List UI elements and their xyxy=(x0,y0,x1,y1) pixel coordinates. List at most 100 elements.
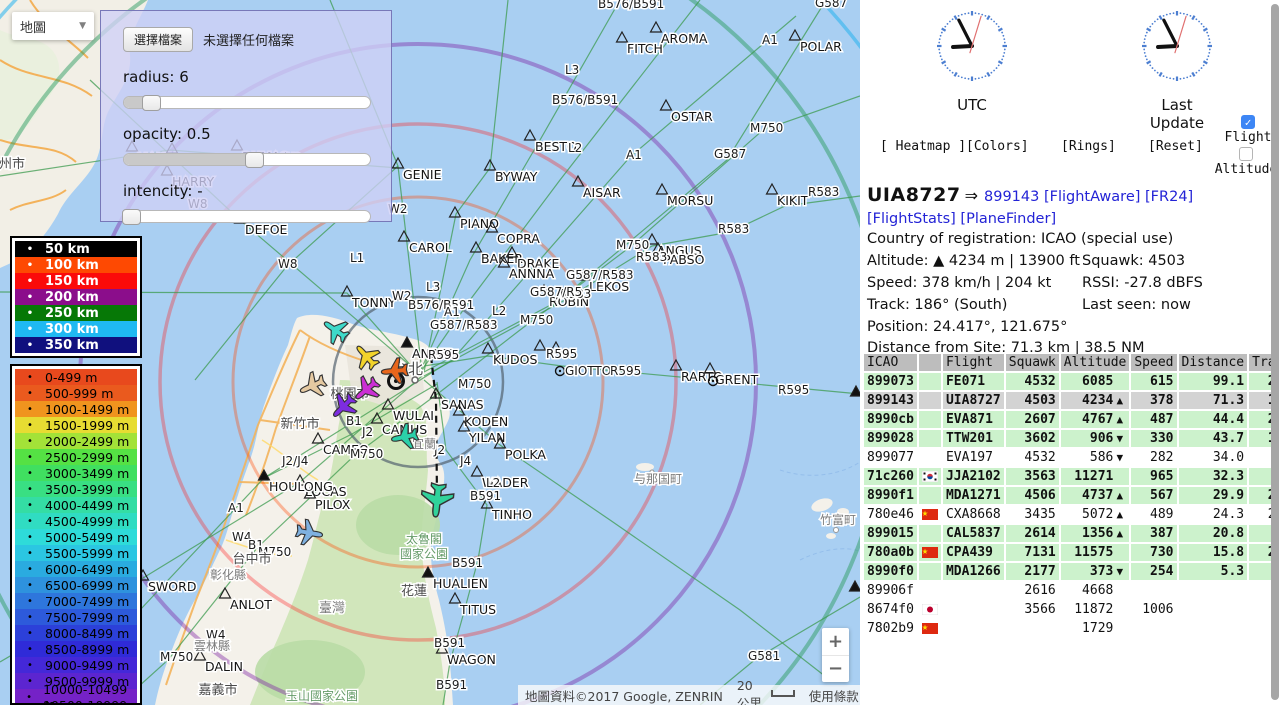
table-row-71c260[interactable]: 71c260JJA210235631127196532.335569 xyxy=(864,468,1279,485)
table-row-8990f1[interactable]: 8990f1MDA127145064737▲56729.92141824 xyxy=(864,487,1279,504)
table-row-899015[interactable]: 899015CAL583726141356▲38720.84941 xyxy=(864,525,1279,542)
airway-label: A1 xyxy=(626,148,642,162)
table-row-899028[interactable]: 899028TTW2013602906▼33043.7139950 xyxy=(864,430,1279,447)
cell-altitude: 586▼ xyxy=(1061,449,1130,466)
colors-button[interactable]: [Colors] xyxy=(966,139,1029,154)
waypoint-label-HOULONG: HOULONG xyxy=(269,479,333,494)
cell-flag xyxy=(919,487,941,504)
cell-flight: CXA8668 xyxy=(943,506,1004,523)
aircraft-table-header: ICAOFlightSquawkAltitudeSpeedDistanceTra… xyxy=(864,354,1279,371)
choose-file-button[interactable]: 選擇檔案 xyxy=(123,27,193,52)
intensity-slider-handle[interactable] xyxy=(122,209,141,225)
column-header-Altitude[interactable]: Altitude xyxy=(1061,354,1130,371)
airway-label: J2 xyxy=(361,425,373,439)
page-scrollbar[interactable] xyxy=(1271,4,1279,700)
table-row-7802b9[interactable]: 7802b9172927 xyxy=(864,620,1279,637)
terms-of-use-link[interactable]: 使用條款 xyxy=(802,686,860,705)
airway-label: B591 xyxy=(470,489,501,503)
cell-flag xyxy=(919,563,941,580)
map[interactable]: FITCHAROMAPOLAROSTARBESTOGENIEBYWAYPIANO… xyxy=(0,0,860,705)
flag-jp-icon xyxy=(922,604,938,615)
waypoint-marker xyxy=(850,581,861,591)
waypoint-marker-TONNY xyxy=(342,286,353,296)
airway-label: G581 xyxy=(748,649,780,663)
table-row-899073[interactable]: 899073FE0714532608561599.12423435 xyxy=(864,373,1279,390)
trend-up-icon: ▲ xyxy=(1113,527,1126,540)
radius-slider-handle[interactable] xyxy=(142,95,161,111)
cell-altitude: 906▼ xyxy=(1061,430,1130,447)
planefinder-link[interactable]: [PlaneFinder] xyxy=(956,211,1056,227)
table-row-89906f[interactable]: 89906f26164668521 xyxy=(864,582,1279,599)
table-row-8990f0[interactable]: 8990f0MDA12662177373▼2545.391564 xyxy=(864,563,1279,580)
opacity-slider-handle[interactable] xyxy=(245,152,264,168)
airway-label: R595 xyxy=(778,383,809,397)
column-header-Distance[interactable]: Distance xyxy=(1179,354,1248,371)
table-row-899143[interactable]: 899143UIA872745034234▲37871.31862452 xyxy=(864,392,1279,409)
column-header-Squawk[interactable]: Squawk xyxy=(1006,354,1059,371)
column-header-flag[interactable] xyxy=(919,354,941,371)
cell-icao: 899143 xyxy=(864,392,917,409)
waypoint-marker xyxy=(851,386,861,396)
cell-speed: 567 xyxy=(1131,487,1176,504)
zoom-out-button[interactable]: − xyxy=(822,656,849,683)
map-place-label: 州市 xyxy=(0,156,25,172)
altitude-checkbox-label: Altitude xyxy=(1215,162,1278,177)
waypoint-label-AISAR: AISAR xyxy=(583,185,621,200)
airway-label: R595 xyxy=(546,347,577,361)
reset-button[interactable]: [Reset] xyxy=(1148,139,1203,154)
waypoint-marker xyxy=(535,340,546,350)
cell-icao: 7802b9 xyxy=(864,620,917,637)
cell-icao: 8990f0 xyxy=(864,563,917,580)
selected-flight-callsign: UIA8727 xyxy=(867,184,961,206)
map-place-label: 國家公園 xyxy=(400,546,448,561)
selected-flight-header: UIA8727⇒899143 [FlightAware] [FR24] [Fli… xyxy=(867,184,1273,230)
flight-checkbox[interactable]: ✓ xyxy=(1241,115,1255,129)
flightaware-link[interactable]: [FlightAware] xyxy=(1039,189,1140,205)
table-row-899077[interactable]: 899077EVA1974532586▼28234.0481356 xyxy=(864,449,1279,466)
waypoint-label-SANAS: SANAS xyxy=(441,397,484,412)
table-row-780e46[interactable]: 780e46CXA866834355072▲48924.322959 xyxy=(864,506,1279,523)
waypoint-marker-KIKIT xyxy=(767,184,778,194)
aircraft-table: ICAOFlightSquawkAltitudeSpeedDistanceTra… xyxy=(862,352,1279,639)
fr24-link[interactable]: [FR24] xyxy=(1140,189,1193,205)
airway-label: L2 xyxy=(492,304,506,318)
zoom-in-button[interactable]: + xyxy=(822,628,849,656)
cell-squawk: 2177 xyxy=(1006,563,1059,580)
airway-label: J2/J4 xyxy=(281,454,308,468)
flag-kr-icon xyxy=(922,471,938,482)
cell-altitude: 4737▲ xyxy=(1061,487,1130,504)
distance-legend-item: •300 km xyxy=(15,321,137,337)
rings-button[interactable]: [Rings] xyxy=(1061,139,1116,154)
column-header-Speed[interactable]: Speed xyxy=(1131,354,1176,371)
flag-cn-icon xyxy=(922,547,938,558)
opacity-slider[interactable] xyxy=(123,153,371,166)
column-header-ICAO[interactable]: ICAO xyxy=(864,354,917,371)
app: FITCHAROMAPOLAROSTARBESTOGENIEBYWAYPIANO… xyxy=(0,0,1280,705)
altitude-legend-item: •5500-5999 m xyxy=(15,545,137,561)
cell-flight xyxy=(943,601,1004,618)
table-row-8990cb[interactable]: 8990cbEVA87126074767▲48744.4265285 xyxy=(864,411,1279,428)
column-header-Flight[interactable]: Flight xyxy=(943,354,1004,371)
cell-icao: 899077 xyxy=(864,449,917,466)
trend-up-icon: ▲ xyxy=(1113,413,1126,426)
cell-squawk: 4503 xyxy=(1006,392,1059,409)
airway-label: B576/B591 xyxy=(408,298,474,312)
map-place-label: 太魯閣 xyxy=(406,531,442,546)
cell-distance: 99.1 xyxy=(1179,373,1248,390)
table-row-780a0b[interactable]: 780a0bCPA43971311157573015.8228996 xyxy=(864,544,1279,561)
table-row-8674f0[interactable]: 8674f035661187210064414 xyxy=(864,601,1279,618)
heatmap-button[interactable]: [ Heatmap ] xyxy=(880,139,966,154)
intensity-slider[interactable] xyxy=(123,210,371,223)
flightstats-link[interactable]: [FlightStats] xyxy=(867,211,956,227)
cell-altitude: 4767▲ xyxy=(1061,411,1130,428)
map-place-label: 台中市 xyxy=(232,551,271,567)
distance-legend-item: •150 km xyxy=(15,273,137,289)
waypoint-marker-CAROL xyxy=(399,231,410,241)
cell-icao: 8990cb xyxy=(864,411,917,428)
altitude-checkbox[interactable] xyxy=(1239,147,1253,161)
map-type-dropdown[interactable]: 地圖 ▼ xyxy=(12,12,94,40)
waypoint-label-KUDOS: KUDOS xyxy=(493,352,537,367)
899143-link[interactable]: 899143 xyxy=(984,189,1039,205)
radius-slider[interactable] xyxy=(123,96,371,109)
cell-flight xyxy=(943,620,1004,637)
